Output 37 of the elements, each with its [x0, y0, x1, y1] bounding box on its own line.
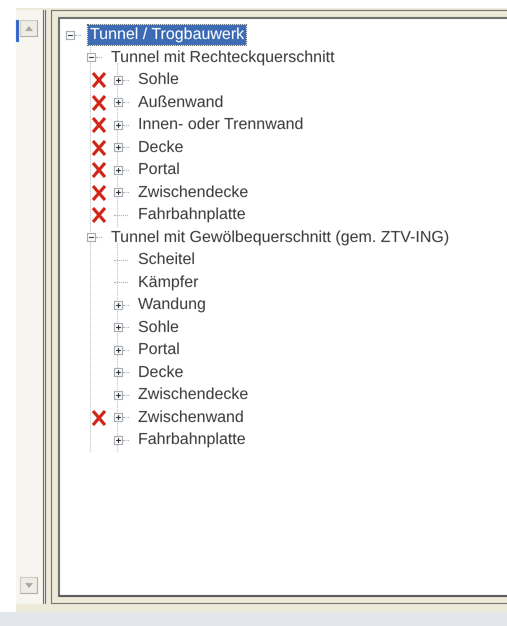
tree-item[interactable]: Tunnel mit Rechteckquerschnitt: [109, 48, 337, 68]
expand-icon[interactable]: [114, 436, 123, 445]
collapse-icon[interactable]: [87, 233, 96, 242]
expand-icon[interactable]: [114, 166, 123, 175]
collapse-icon[interactable]: [87, 53, 96, 62]
tree-item[interactable]: Zwischendecke: [136, 182, 250, 203]
collapse-icon[interactable]: [66, 30, 75, 40]
tree-item[interactable]: Zwischenwand: [136, 408, 246, 428]
expand-icon[interactable]: [114, 413, 123, 422]
expand-icon[interactable]: [114, 368, 123, 378]
tree-item[interactable]: Tunnel / Trogbauwerk: [88, 25, 246, 46]
expand-icon[interactable]: [114, 76, 123, 85]
tree-item[interactable]: Wandung: [136, 295, 208, 316]
tree-item[interactable]: Innen- oder Trennwand: [136, 115, 306, 136]
expand-icon[interactable]: [114, 300, 123, 310]
tree-item[interactable]: Portal: [136, 340, 182, 360]
tree-item[interactable]: Kämpfer: [136, 272, 200, 293]
expand-icon[interactable]: [114, 390, 123, 400]
expand-icon[interactable]: [114, 323, 123, 332]
down-arrow-icon: [25, 583, 33, 588]
expand-icon[interactable]: [114, 188, 123, 198]
up-arrow-icon: [25, 26, 33, 31]
tree-item[interactable]: Decke: [136, 362, 186, 383]
tree-item[interactable]: Sohle: [136, 318, 181, 338]
expand-icon[interactable]: [114, 120, 123, 130]
tree-item[interactable]: Tunnel mit Gewölbequerschnitt (gem. ZTV-ING): [109, 228, 452, 248]
tree-item[interactable]: Scheitel: [136, 250, 197, 270]
expand-icon[interactable]: [114, 143, 123, 152]
tree-item[interactable]: Sohle: [136, 70, 181, 90]
tree-item[interactable]: Fahrbahnplatte: [136, 205, 248, 226]
tree-item[interactable]: Außenwand: [136, 92, 226, 113]
tree-item[interactable]: Fahrbahnplatte: [136, 430, 248, 450]
tree-item[interactable]: Decke: [136, 138, 186, 158]
expand-icon[interactable]: [114, 346, 123, 355]
tree-item[interactable]: Zwischendecke: [136, 385, 250, 406]
tree-item[interactable]: Portal: [136, 160, 182, 180]
expand-icon[interactable]: [114, 98, 123, 108]
